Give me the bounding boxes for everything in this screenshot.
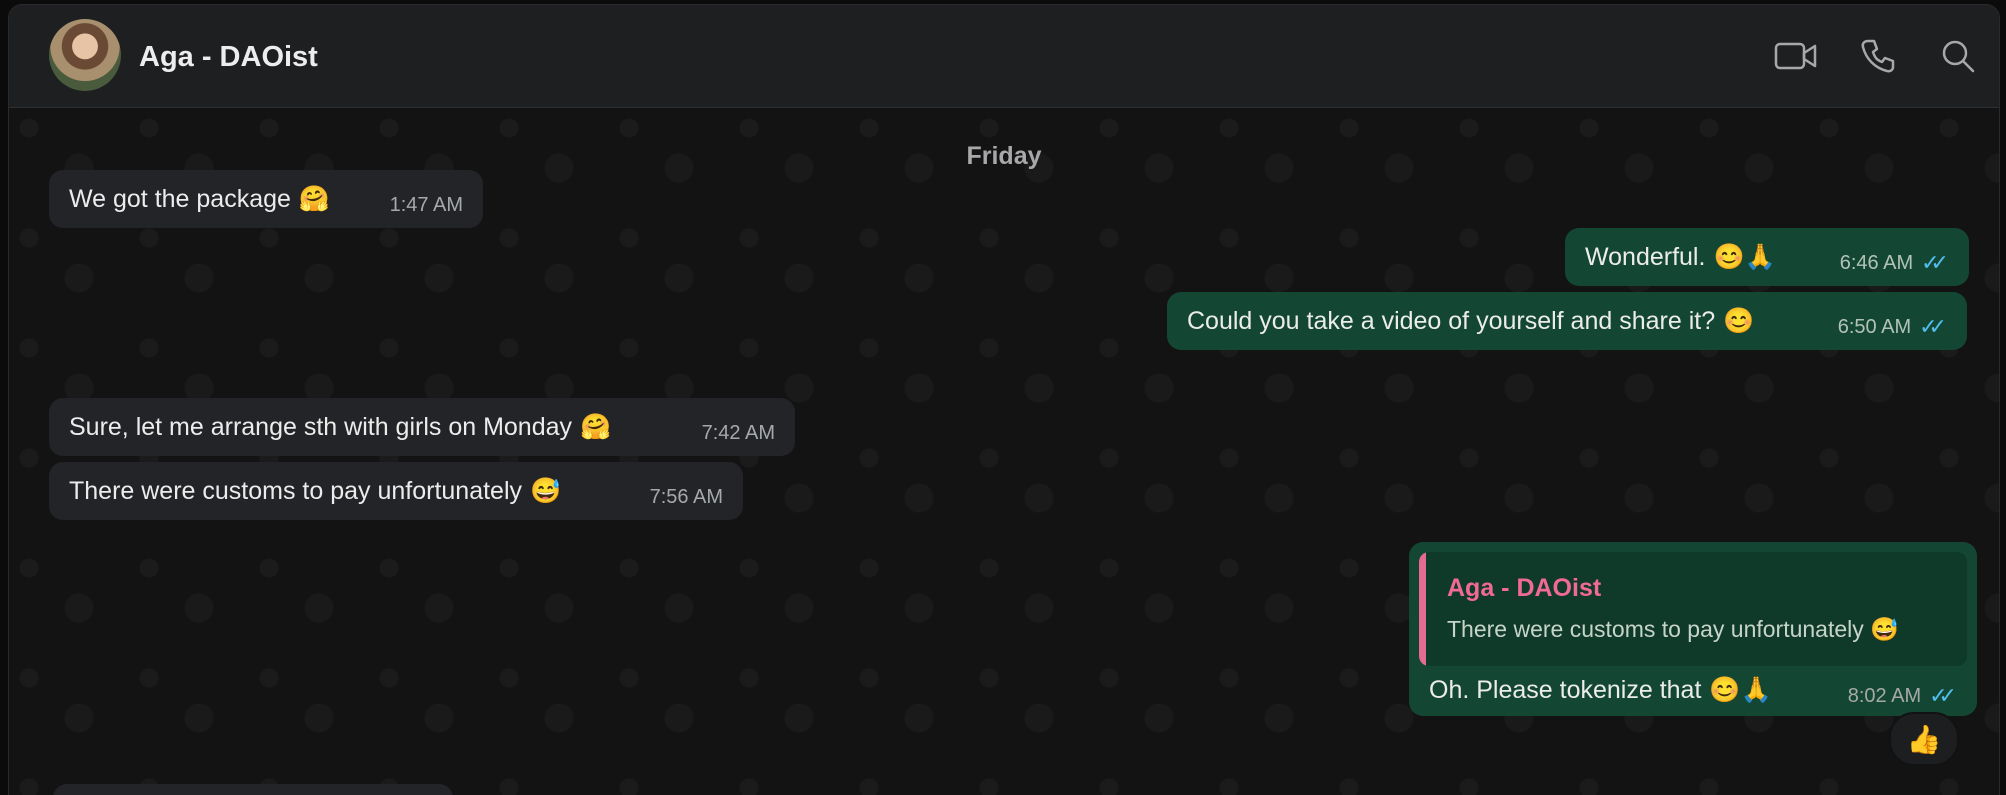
message-list[interactable]: Friday We got the package 🤗 1:47 AM Wond…	[9, 108, 1999, 795]
message-time: 7:42 AM	[701, 421, 775, 444]
message-bubble-incoming-partial[interactable]	[53, 784, 453, 795]
message-text: Wonderful.	[1585, 242, 1706, 271]
message-time: 8:02 AM	[1847, 684, 1922, 707]
read-receipt-icon: ✓✓	[1919, 314, 1947, 339]
message-bubble-outgoing[interactable]: Could you take a video of yourself and s…	[1167, 292, 1967, 350]
contact-avatar[interactable]	[49, 19, 121, 91]
message-text: Sure, let me arrange sth with girls on M…	[69, 412, 573, 441]
message-emoji: 🤗	[298, 184, 331, 213]
search-icon[interactable]	[1935, 33, 1981, 79]
message-text: Could you take a video of yourself and s…	[1187, 306, 1716, 335]
message-time: 6:50 AM	[1837, 315, 1912, 338]
thumbs-up-reaction[interactable]: 👍	[1889, 712, 1959, 766]
contact-name[interactable]: Aga - DAOist	[139, 41, 318, 74]
chat-window: Aga - DAOist Friday We got the package 🤗…	[8, 4, 2000, 795]
message-text: There were customs to pay unfortunately	[69, 476, 523, 505]
phone-call-icon[interactable]	[1855, 33, 1901, 79]
message-text: Oh. Please tokenize that	[1429, 675, 1702, 704]
message-emoji: 🤗	[580, 412, 612, 441]
quote-accent-bar	[1419, 552, 1426, 666]
message-emoji: 😅	[530, 476, 562, 505]
video-call-icon[interactable]	[1773, 33, 1819, 79]
quoted-text: There were customs to pay unfortunately …	[1447, 616, 1899, 642]
message-text: We got the package	[69, 184, 291, 213]
message-bubble-incoming[interactable]: We got the package 🤗 1:47 AM	[49, 170, 483, 228]
message-time: 6:46 AM	[1839, 251, 1914, 274]
message-emoji: 😊	[1723, 306, 1755, 335]
message-time: 7:56 AM	[649, 485, 723, 508]
message-emoji: 😊🙏	[1709, 675, 1772, 704]
read-receipt-icon: ✓✓	[1921, 250, 1949, 275]
quoted-author: Aga - DAOist	[1447, 574, 1602, 602]
message-emoji: 😊🙏	[1713, 242, 1776, 271]
message-bubble-incoming[interactable]: There were customs to pay unfortunately …	[49, 462, 743, 520]
read-receipt-icon: ✓✓	[1929, 683, 1957, 708]
chat-header: Aga - DAOist	[9, 5, 1999, 108]
message-bubble-incoming[interactable]: Sure, let me arrange sth with girls on M…	[49, 398, 795, 456]
reply-message-bubble[interactable]: Aga - DAOist There were customs to pay u…	[1409, 542, 1977, 716]
message-time: 1:47 AM	[389, 193, 463, 216]
message-bubble-outgoing[interactable]: Wonderful. 😊🙏 6:46 AM ✓✓	[1565, 228, 1969, 286]
date-divider: Friday	[966, 142, 1042, 170]
quoted-message[interactable]: Aga - DAOist There were customs to pay u…	[1419, 552, 1967, 666]
